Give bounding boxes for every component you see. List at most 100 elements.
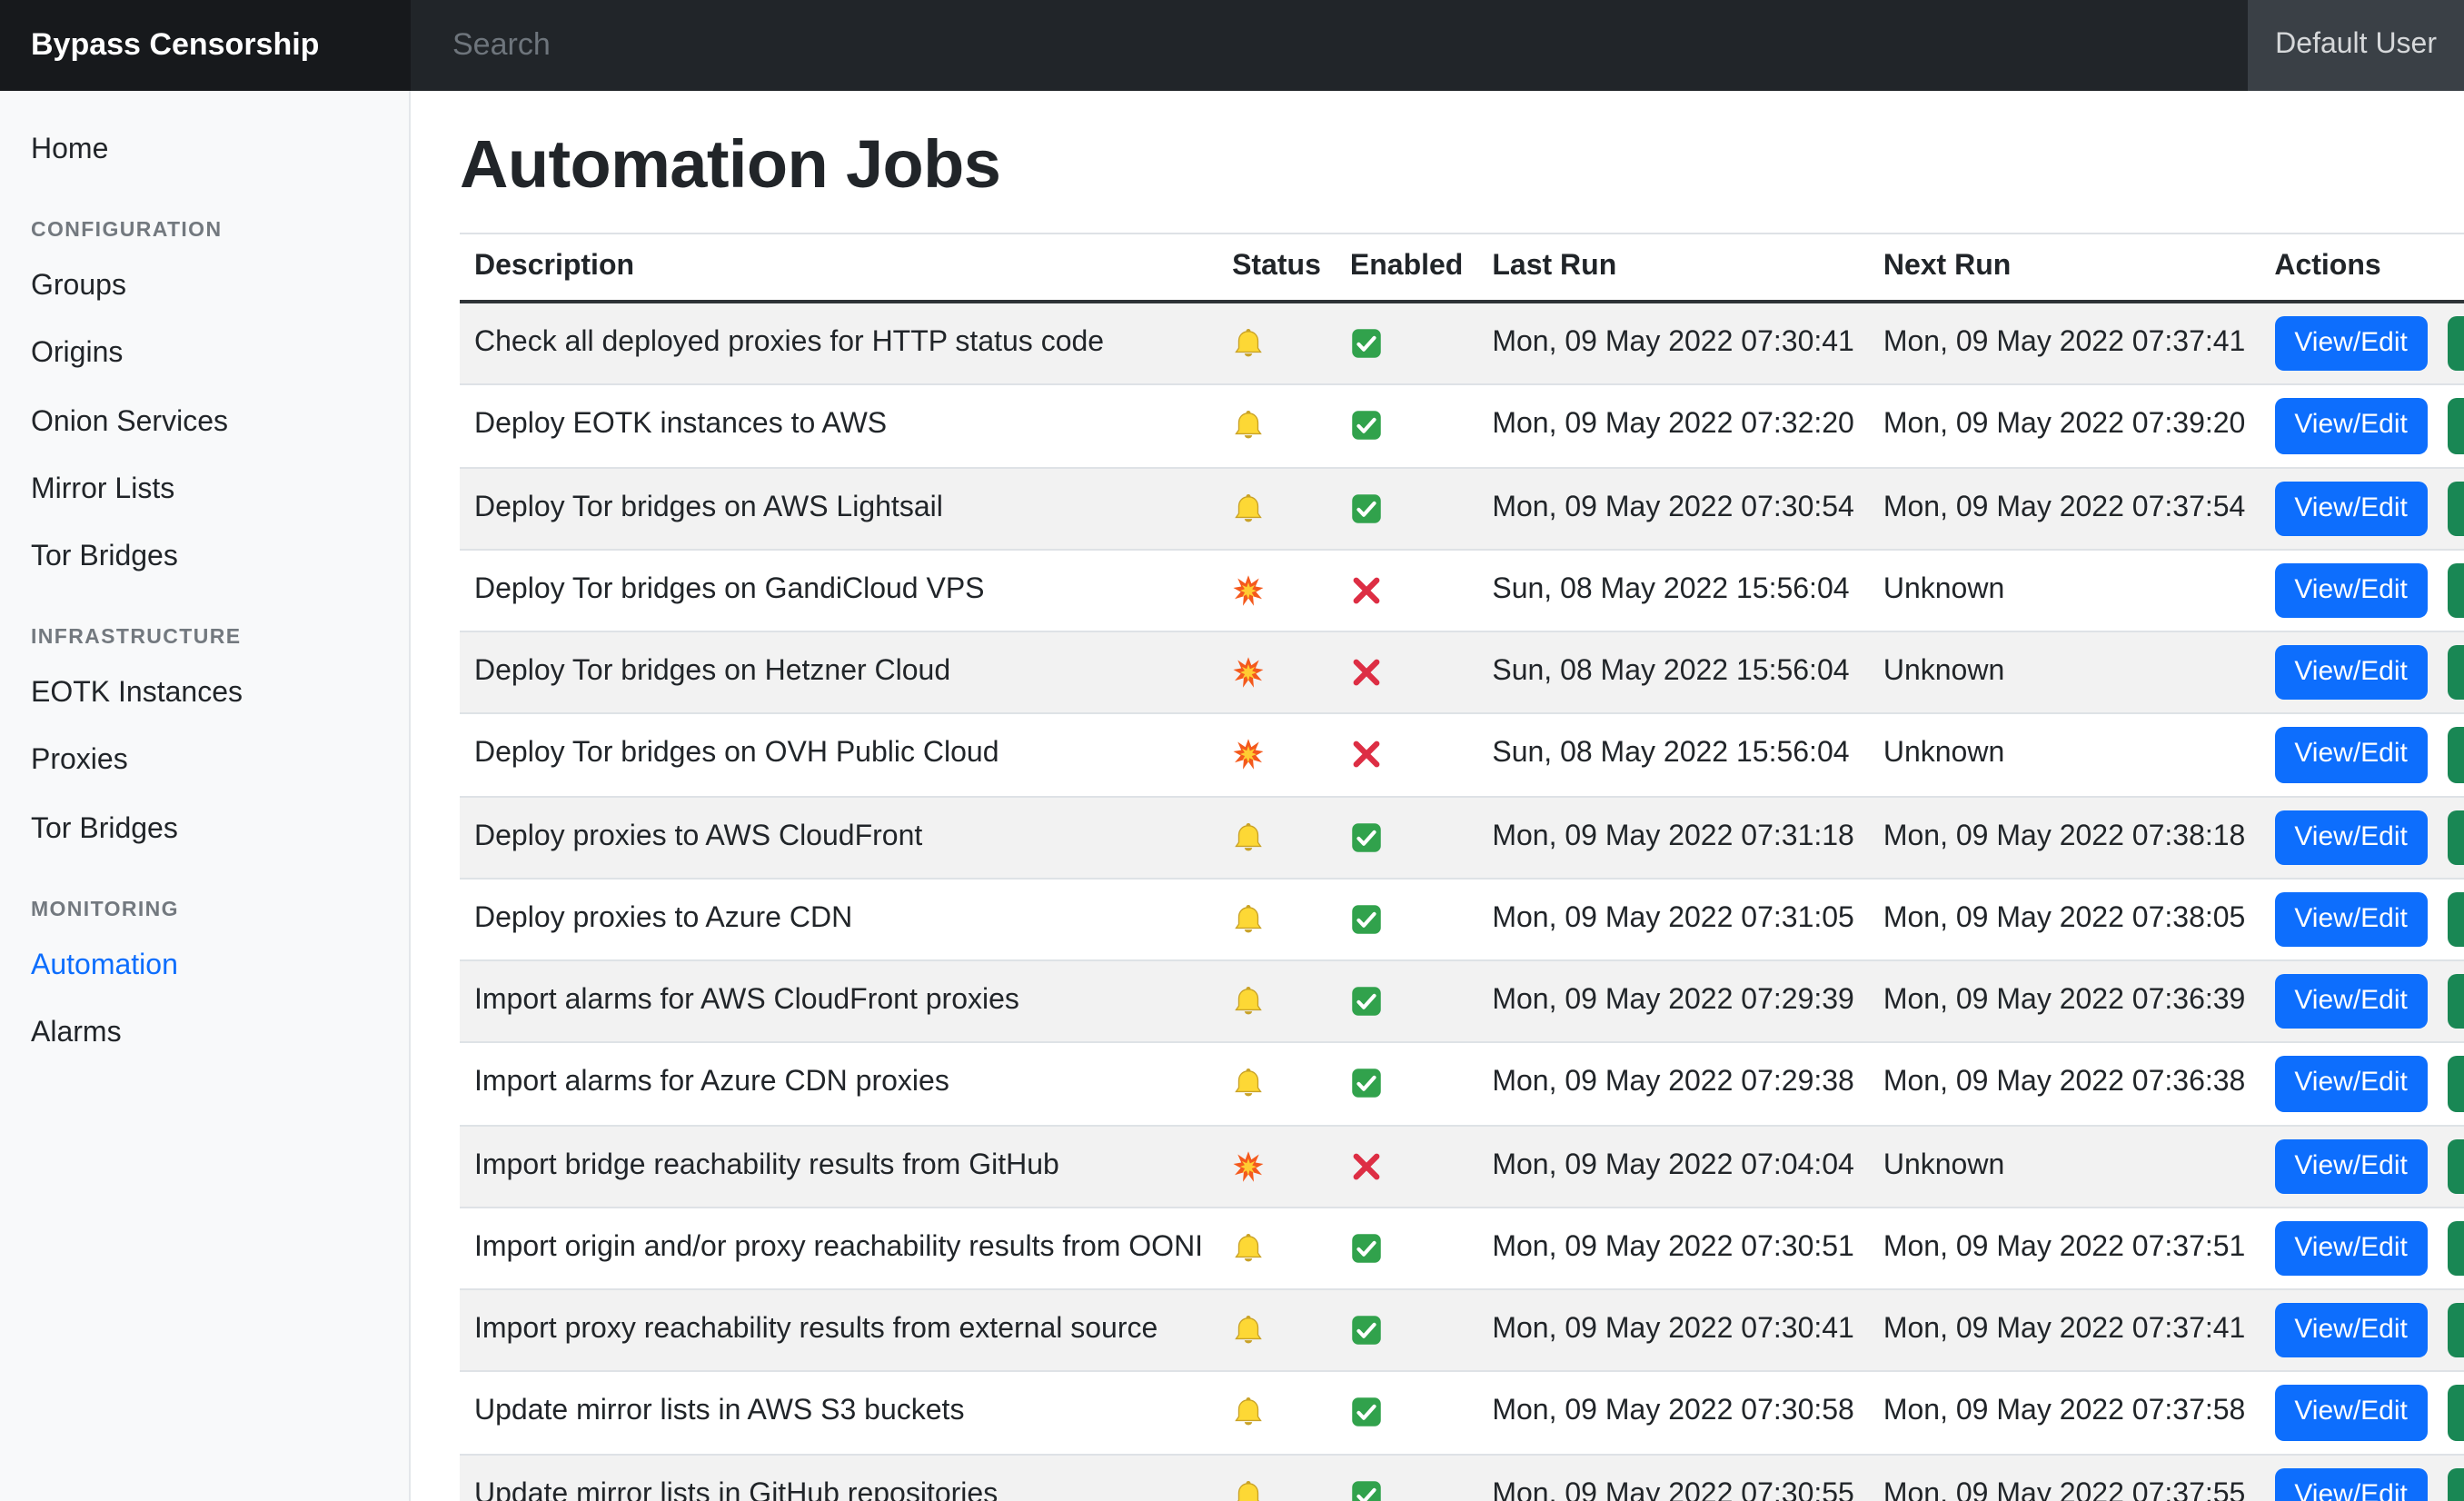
check-icon [1350, 1314, 1383, 1347]
search-area [411, 0, 2248, 91]
check-icon [1350, 1232, 1383, 1265]
table-row: Import origin and/or proxy reachability … [460, 1208, 2464, 1290]
kick-timer-button[interactable]: Kick Timer [2449, 1138, 2464, 1194]
check-icon [1350, 903, 1383, 936]
job-last-run: Mon, 09 May 2022 07:29:38 [1477, 1043, 1869, 1126]
kick-timer-button[interactable]: Kick Timer [2449, 1303, 2464, 1358]
job-description: Deploy Tor bridges on OVH Public Cloud [460, 714, 1217, 797]
col-last-run: Last Run [1477, 234, 1869, 302]
job-last-run: Mon, 09 May 2022 07:31:18 [1477, 796, 1869, 879]
job-description: Import alarms for AWS CloudFront proxies [460, 960, 1217, 1043]
col-actions: Actions [2260, 234, 2464, 302]
job-next-run: Mon, 09 May 2022 07:38:05 [1869, 879, 2260, 961]
table-row: Deploy EOTK instances to AWS Mon, 09 May… [460, 385, 2464, 468]
view-edit-button[interactable]: View/Edit [2274, 728, 2428, 783]
view-edit-button[interactable]: View/Edit [2274, 563, 2428, 619]
table-row: Deploy proxies to AWS CloudFront Mon, 09… [460, 796, 2464, 879]
job-last-run: Mon, 09 May 2022 07:30:58 [1477, 1372, 1869, 1455]
view-edit-button[interactable]: View/Edit [2274, 974, 2428, 1029]
kick-timer-button[interactable]: Kick Timer [2449, 810, 2464, 865]
job-last-run: Mon, 09 May 2022 07:30:41 [1477, 1289, 1869, 1372]
sidebar-item-groups[interactable]: Groups [0, 253, 409, 320]
main-content: Automation Jobs Description Status Enabl… [411, 91, 2464, 1501]
job-description: Import alarms for Azure CDN proxies [460, 1043, 1217, 1126]
view-edit-button[interactable]: View/Edit [2274, 1057, 2428, 1112]
kick-timer-button[interactable]: Kick Timer [2449, 728, 2464, 783]
col-next-run: Next Run [1869, 234, 2260, 302]
sidebar-item-tor-bridges-infra[interactable]: Tor Bridges [0, 795, 409, 862]
job-last-run: Mon, 09 May 2022 07:29:39 [1477, 960, 1869, 1043]
view-edit-button[interactable]: View/Edit [2274, 1386, 2428, 1441]
kick-timer-button[interactable]: Kick Timer [2449, 892, 2464, 948]
sidebar-item-proxies[interactable]: Proxies [0, 728, 409, 795]
kick-timer-button[interactable]: Kick Timer [2449, 563, 2464, 619]
job-next-run: Unknown [1869, 631, 2260, 714]
cross-icon [1350, 1149, 1383, 1182]
job-last-run: Sun, 08 May 2022 15:56:04 [1477, 714, 1869, 797]
job-description: Check all deployed proxies for HTTP stat… [460, 302, 1217, 385]
sidebar-section-infrastructure: INFRASTRUCTURE [0, 591, 409, 660]
check-icon [1350, 410, 1383, 442]
kick-timer-button[interactable]: Kick Timer [2449, 1057, 2464, 1112]
job-description: Import bridge reachability results from … [460, 1125, 1217, 1208]
sidebar-item-tor-bridges[interactable]: Tor Bridges [0, 523, 409, 591]
sidebar-item-alarms[interactable]: Alarms [0, 999, 409, 1067]
kick-timer-button[interactable]: Kick Timer [2449, 481, 2464, 536]
job-next-run: Mon, 09 May 2022 07:39:20 [1869, 385, 2260, 468]
kick-timer-button[interactable]: Kick Timer [2449, 1386, 2464, 1441]
job-last-run: Mon, 09 May 2022 07:30:55 [1477, 1454, 1869, 1501]
table-row: Deploy Tor bridges on Hetzner Cloud Sun,… [460, 631, 2464, 714]
check-icon [1350, 1397, 1383, 1429]
kick-timer-button[interactable]: Kick Timer [2449, 1221, 2464, 1277]
job-description: Deploy proxies to AWS CloudFront [460, 796, 1217, 879]
cross-icon [1350, 574, 1383, 607]
kick-timer-button[interactable]: Kick Timer [2449, 1467, 2464, 1501]
sidebar-item-mirror-lists[interactable]: Mirror Lists [0, 456, 409, 523]
kick-timer-button[interactable]: Kick Timer [2449, 974, 2464, 1029]
job-description: Deploy proxies to Azure CDN [460, 879, 1217, 961]
view-edit-button[interactable]: View/Edit [2274, 1467, 2428, 1501]
kick-timer-button[interactable]: Kick Timer [2449, 645, 2464, 701]
view-edit-button[interactable]: View/Edit [2274, 1303, 2428, 1358]
kick-timer-button[interactable]: Kick Timer [2449, 316, 2464, 372]
view-edit-button[interactable]: View/Edit [2274, 399, 2428, 454]
bell-icon [1232, 1314, 1265, 1347]
job-description: Update mirror lists in GitHub repositori… [460, 1454, 1217, 1501]
collision-icon [1232, 739, 1265, 771]
job-last-run: Mon, 09 May 2022 07:31:05 [1477, 879, 1869, 961]
sidebar-item-onion-services[interactable]: Onion Services [0, 388, 409, 455]
bell-icon [1232, 1068, 1265, 1100]
job-next-run: Mon, 09 May 2022 07:37:55 [1869, 1454, 2260, 1501]
job-description: Deploy Tor bridges on Hetzner Cloud [460, 631, 1217, 714]
job-description: Deploy Tor bridges on GandiCloud VPS [460, 550, 1217, 632]
check-icon [1350, 820, 1383, 853]
user-menu[interactable]: Default User [2248, 0, 2464, 91]
sidebar-section-monitoring: MONITORING [0, 862, 409, 931]
table-row: Deploy Tor bridges on GandiCloud VPS Sun… [460, 550, 2464, 632]
view-edit-button[interactable]: View/Edit [2274, 481, 2428, 536]
sidebar-item-home[interactable]: Home [0, 116, 409, 184]
search-input[interactable] [449, 25, 1708, 65]
job-next-run: Mon, 09 May 2022 07:37:41 [1869, 302, 2260, 385]
view-edit-button[interactable]: View/Edit [2274, 810, 2428, 865]
view-edit-button[interactable]: View/Edit [2274, 892, 2428, 948]
page-title: Automation Jobs [460, 127, 2464, 204]
app-window: Bypass Censorship Default User Home CONF… [0, 0, 2464, 1501]
sidebar-item-eotk-instances[interactable]: EOTK Instances [0, 660, 409, 727]
view-edit-button[interactable]: View/Edit [2274, 645, 2428, 701]
kick-timer-button[interactable]: Kick Timer [2449, 399, 2464, 454]
table-header-row: Description Status Enabled Last Run Next… [460, 234, 2464, 302]
table-row: Update mirror lists in AWS S3 buckets Mo… [460, 1372, 2464, 1455]
table-row: Import bridge reachability results from … [460, 1125, 2464, 1208]
job-description: Import origin and/or proxy reachability … [460, 1208, 1217, 1290]
job-next-run: Mon, 09 May 2022 07:37:54 [1869, 467, 2260, 550]
bell-icon [1232, 410, 1265, 442]
sidebar-item-automation[interactable]: Automation [0, 931, 409, 999]
view-edit-button[interactable]: View/Edit [2274, 1138, 2428, 1194]
app-brand[interactable]: Bypass Censorship [0, 0, 411, 91]
bell-icon [1232, 1232, 1265, 1265]
view-edit-button[interactable]: View/Edit [2274, 316, 2428, 372]
collision-icon [1232, 656, 1265, 689]
view-edit-button[interactable]: View/Edit [2274, 1221, 2428, 1277]
sidebar-item-origins[interactable]: Origins [0, 321, 409, 388]
